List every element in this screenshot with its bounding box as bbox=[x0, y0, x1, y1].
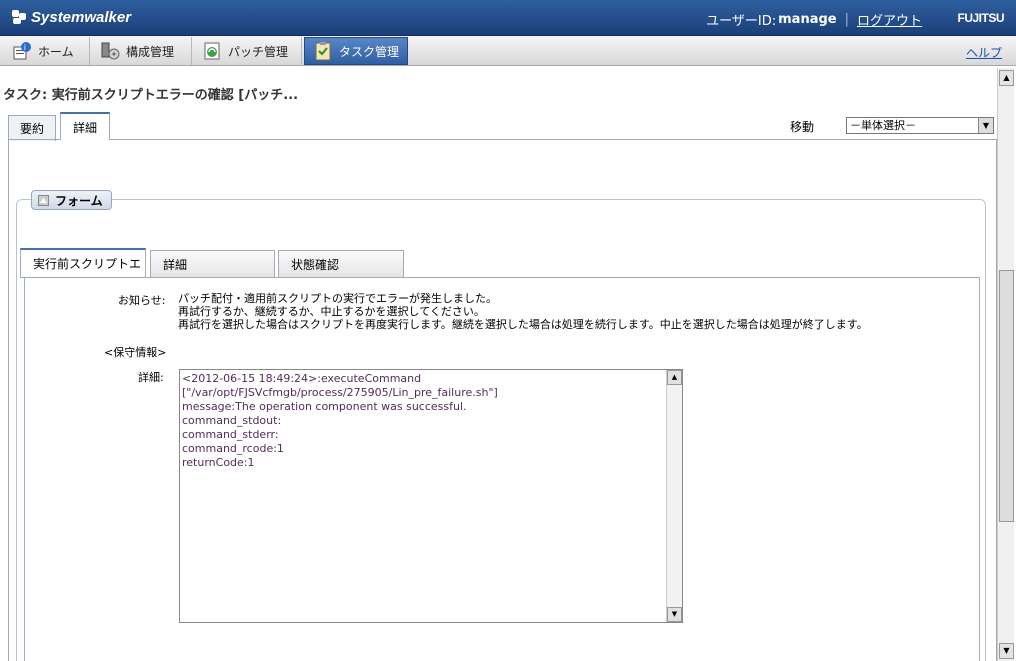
detail-line: ["/var/opt/FJSVcfmgb/process/275905/Lin_… bbox=[182, 386, 498, 399]
tab-label: 詳細 bbox=[72, 120, 97, 135]
app-header: Systemwalker ユーザーID: manage | ログアウト FUJI… bbox=[0, 0, 1016, 36]
tab-label: 要約 bbox=[19, 122, 44, 136]
home-icon: i bbox=[12, 41, 32, 61]
maintenance-label: <保守情報> bbox=[104, 346, 167, 359]
nav-tab-configuration[interactable]: 構成管理 bbox=[92, 37, 192, 65]
move-select-value: －単体選択－ bbox=[850, 119, 916, 132]
notice-line: 再試行を選択した場合はスクリプトを再度実行します。継続を選択した場合は処理を続行… bbox=[178, 318, 868, 331]
brand-name: Systemwalker bbox=[31, 8, 132, 26]
notice-line: 再試行するか、継続するか、中止するかを選択してください。 bbox=[178, 305, 485, 318]
fujitsu-logo: FUJITSU bbox=[957, 11, 1004, 25]
form-header[interactable]: フォーム bbox=[31, 190, 112, 210]
tab-summary[interactable]: 要約 bbox=[8, 115, 56, 141]
configuration-icon bbox=[100, 41, 120, 61]
detail-line: returnCode:1 bbox=[182, 456, 255, 469]
main-nav: i ホーム 構成管理 パッチ管理 タスク管理 ヘルプ bbox=[0, 36, 1016, 66]
divider: | bbox=[844, 12, 849, 27]
scroll-up-icon[interactable]: ▲ bbox=[667, 370, 682, 385]
subtab-status[interactable]: 状態確認 bbox=[278, 250, 404, 278]
notice-label: お知らせ: bbox=[118, 294, 166, 307]
svg-text:i: i bbox=[24, 43, 26, 52]
tab-detail[interactable]: 詳細 bbox=[60, 112, 110, 140]
user-bar: ユーザーID: manage | ログアウト bbox=[706, 10, 922, 29]
nav-tab-label: 構成管理 bbox=[126, 44, 175, 59]
nav-tab-patch[interactable]: パッチ管理 bbox=[194, 37, 302, 65]
subtab-label: 詳細 bbox=[163, 257, 188, 272]
systemwalker-logo: Systemwalker bbox=[10, 8, 131, 26]
scroll-up-icon[interactable]: ▲ bbox=[999, 70, 1014, 86]
nav-tab-home[interactable]: i ホーム bbox=[4, 37, 90, 65]
detail-line: command_stderr: bbox=[182, 428, 279, 441]
detail-label: 詳細: bbox=[138, 371, 164, 384]
detail-line: message:The operation component was succ… bbox=[182, 400, 467, 413]
systemwalker-logo-icon bbox=[10, 8, 28, 26]
logout-link[interactable]: ログアウト bbox=[857, 10, 922, 29]
page-scrollbar[interactable]: ▲ ▼ bbox=[997, 68, 1014, 661]
page-title: タスク: 実行前スクリプトエラーの確認 [パッチ... bbox=[3, 88, 299, 103]
move-label: 移動 bbox=[790, 120, 815, 134]
textarea-scrollbar[interactable]: ▲ ▼ bbox=[666, 370, 682, 622]
nav-tab-label: ホーム bbox=[38, 44, 74, 59]
patch-icon bbox=[202, 41, 222, 61]
scroll-down-icon[interactable]: ▼ bbox=[999, 643, 1014, 659]
scroll-down-icon[interactable]: ▼ bbox=[667, 607, 682, 622]
nav-tab-task[interactable]: タスク管理 bbox=[304, 37, 408, 65]
subtab-label: 状態確認 bbox=[291, 257, 340, 272]
detail-textarea[interactable]: <2012-06-15 18:49:24>:executeCommand ["/… bbox=[179, 369, 683, 623]
form-header-label: フォーム bbox=[55, 193, 103, 208]
subtab-label: 実行前スクリプトエ bbox=[33, 257, 142, 271]
chevron-down-icon[interactable]: ▼ bbox=[978, 118, 993, 133]
user-id-label: ユーザーID: bbox=[706, 14, 777, 29]
task-icon bbox=[313, 41, 333, 61]
detail-line: command_rcode:1 bbox=[182, 442, 284, 455]
scrollbar-thumb[interactable] bbox=[999, 270, 1014, 522]
detail-line: <2012-06-15 18:49:24>:executeCommand bbox=[182, 372, 422, 385]
nav-tab-label: タスク管理 bbox=[339, 44, 400, 59]
collapse-icon bbox=[38, 194, 49, 206]
notice-text: パッチ配付・適用前スクリプトの実行でエラーが発生しました。 再試行するか、継続す… bbox=[178, 292, 868, 331]
notice-line: パッチ配付・適用前スクリプトの実行でエラーが発生しました。 bbox=[178, 292, 497, 305]
move-select[interactable]: －単体選択－ ▼ bbox=[846, 117, 994, 134]
nav-tab-label: パッチ管理 bbox=[228, 44, 289, 59]
subtab-prescript-error[interactable]: 実行前スクリプトエ bbox=[20, 248, 146, 278]
help-link[interactable]: ヘルプ bbox=[966, 44, 1002, 61]
subtab-detail[interactable]: 詳細 bbox=[150, 250, 275, 278]
detail-line: command_stdout: bbox=[182, 414, 282, 427]
user-id-value: manage bbox=[778, 12, 837, 27]
